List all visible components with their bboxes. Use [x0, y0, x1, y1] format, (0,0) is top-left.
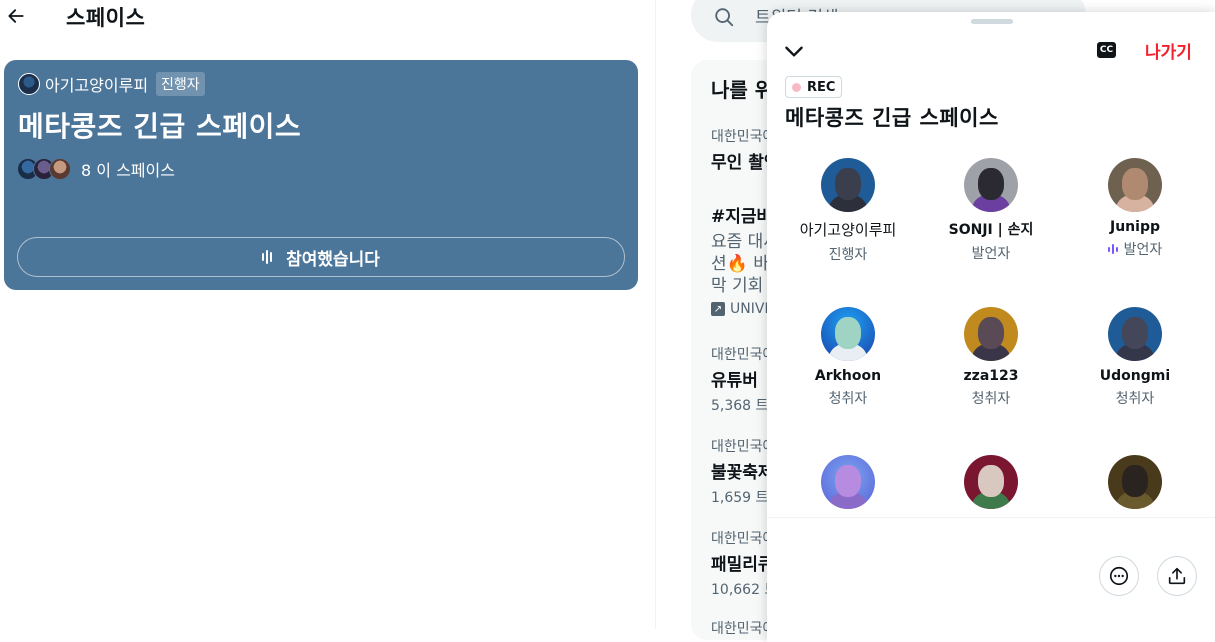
space-dock: CC 나가기 REC 메타콩즈 긴급 스페이스 아기고양이루피 진행자 SONJ…: [767, 12, 1215, 642]
participant[interactable]: zza123 청취자: [921, 307, 1061, 408]
joined-label: 참여했습니다: [286, 249, 380, 270]
space-main-column: 스페이스 아기고양이루피 진행자 메타콩즈 긴급 스페이스 8 이 스페이스 참…: [0, 0, 656, 629]
participant-role: 발언자: [971, 246, 1011, 262]
rec-label: REC: [807, 79, 836, 95]
avatar: [49, 158, 71, 180]
avatar: [1108, 455, 1162, 509]
host-avatar: [18, 73, 40, 95]
participant-name: Junipp: [1110, 219, 1160, 235]
avatar: [964, 158, 1018, 212]
collapse-button[interactable]: [781, 38, 807, 64]
participant-role: 청취자: [1115, 391, 1155, 407]
avatar: [821, 158, 875, 212]
listeners-row: 8 이 스페이스: [17, 157, 175, 181]
participant-name: SONJI | 손지: [948, 222, 1034, 238]
host-badge: 진행자: [156, 72, 205, 96]
rec-dot-icon: [792, 82, 801, 92]
drag-handle[interactable]: [971, 19, 1013, 24]
listener-count: 8 이 스페이스: [81, 161, 175, 180]
participant[interactable]: SONJI | 손지 발언자: [921, 158, 1061, 263]
participant[interactable]: Junipp 발언자: [1065, 158, 1205, 259]
avatar: [964, 307, 1018, 361]
page-header: 스페이스: [0, 0, 656, 34]
share-button[interactable]: [1157, 556, 1197, 596]
back-button[interactable]: [4, 4, 28, 28]
host-name: 아기고양이루피: [45, 76, 149, 95]
participant[interactable]: Arkhoon 청취자: [778, 307, 918, 408]
avatar: [1108, 307, 1162, 361]
page-title: 스페이스: [66, 6, 146, 30]
participant[interactable]: Udongmi 청취자: [1065, 307, 1205, 408]
participant-role-label: 발언자: [1123, 242, 1163, 258]
participant[interactable]: [1065, 455, 1205, 509]
listener-avatars: [17, 158, 71, 180]
participant-name: Udongmi: [1099, 368, 1171, 384]
participant-name: zza123: [963, 368, 1019, 384]
joined-button[interactable]: 참여했습니다: [17, 237, 625, 277]
participant[interactable]: [778, 455, 918, 509]
space-card[interactable]: 아기고양이루피 진행자 메타콩즈 긴급 스페이스 8 이 스페이스 참여했습니다: [4, 60, 638, 290]
participant[interactable]: 아기고양이루피 진행자: [778, 158, 918, 264]
share-icon: [1168, 567, 1186, 585]
back-arrow-icon: [8, 9, 24, 23]
chat-button[interactable]: [1099, 556, 1139, 596]
participant-role: 청취자: [828, 391, 868, 407]
link-arrow-icon: ↗: [711, 302, 725, 316]
dock-footer: [767, 517, 1215, 642]
chat-bubble-icon: [1109, 566, 1129, 586]
avatar: [964, 455, 1018, 509]
space-title: 메타콩즈 긴급 스페이스: [18, 110, 302, 143]
audio-wave-icon: [262, 250, 273, 264]
participant-name: 아기고양이루피: [799, 221, 897, 239]
cc-icon[interactable]: CC: [1097, 42, 1116, 58]
speaking-icon: [1107, 244, 1118, 254]
participant-role: 발언자: [1065, 239, 1205, 259]
avatar: [821, 307, 875, 361]
avatar: [821, 455, 875, 509]
participant[interactable]: [921, 455, 1061, 509]
participant-name: Arkhoon: [814, 368, 882, 384]
leave-button[interactable]: 나가기: [1145, 38, 1192, 63]
host-row: 아기고양이루피 진행자: [18, 72, 205, 96]
participant-role: 청취자: [971, 391, 1011, 407]
participant-role: 진행자: [828, 247, 868, 263]
search-icon: [715, 8, 734, 27]
dock-title: 메타콩즈 긴급 스페이스: [785, 106, 999, 130]
chevron-down-icon: [785, 46, 803, 57]
rec-badge: REC: [785, 76, 843, 98]
avatar: [1108, 158, 1162, 212]
